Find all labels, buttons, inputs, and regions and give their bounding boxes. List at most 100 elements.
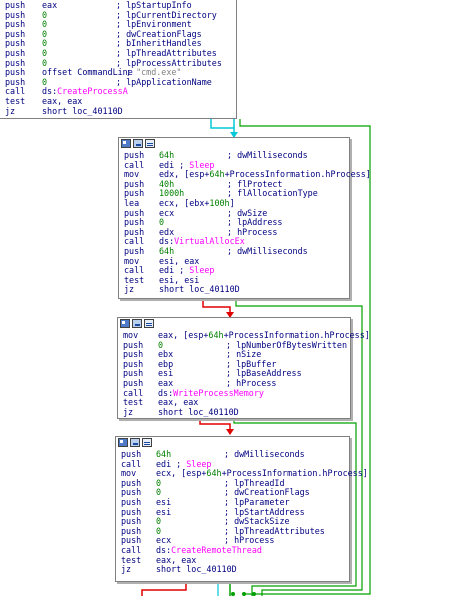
function-name[interactable]: Sleep	[189, 160, 214, 170]
operand-text: 64h	[159, 246, 175, 256]
code-line[interactable]: push edx ; hProcess	[119, 227, 349, 237]
code-line[interactable]: call ds:CreateRemoteThread	[116, 545, 349, 555]
code-line[interactable]: test esi, esi	[119, 275, 349, 285]
comment: ; lpThreadAttributes	[116, 48, 217, 58]
code-line[interactable]: push 0 ; dwCreationFlags	[116, 487, 349, 497]
code-line[interactable]: jz short loc_40110D	[116, 564, 349, 574]
code-line[interactable]: push ecx ; hProcess	[116, 535, 349, 545]
graph-color-icon[interactable]	[121, 139, 131, 148]
comment: ; lpApplicationName	[116, 77, 212, 87]
alloc-code-block[interactable]: push 64h; dwMilliseconds call edi ; Sleep mo…	[118, 137, 371, 299]
code-line[interactable]: push 0 ; dwStackSize	[116, 516, 349, 526]
operand-text: edi ;	[159, 265, 190, 276]
write-code-block[interactable]: mov eax, [esp+64h+ProcessInformation.hPro…	[117, 317, 370, 419]
code-line[interactable]: push eax ; lpStartupInfo	[0, 0, 236, 10]
code-line[interactable]: push 40h ; flProtect	[119, 179, 349, 189]
code-line[interactable]: push 0 ; lpThreadAttributes	[0, 48, 236, 58]
function-name[interactable]: Sleep	[189, 265, 214, 275]
code-line[interactable]: call ds:WriteProcessMemory	[118, 388, 350, 398]
operand-text: 40h	[159, 178, 175, 189]
operand: 64h	[159, 150, 174, 160]
code-line[interactable]: push ebx ; nSize	[118, 349, 350, 359]
code-line[interactable]: mov ecx, [esp+64h+ProcessInformation.hPro…	[116, 468, 368, 478]
code-line[interactable]: push 0 ; bInheritHandles	[0, 38, 236, 48]
graph-list-icon[interactable]	[145, 139, 155, 148]
code-line[interactable]: test eax, eax	[0, 96, 236, 106]
function-name[interactable]: CreateRemoteThread	[171, 545, 262, 555]
code-line[interactable]: mov eax, [esp+64h+ProcessInformation.hPro…	[118, 330, 370, 340]
graph-list-icon[interactable]	[144, 319, 154, 328]
graph-color-icon[interactable]	[120, 319, 130, 328]
code-line[interactable]: call ds:VirtualAllocEx	[119, 236, 349, 246]
code-line[interactable]: push 0 ; lpNumberOfBytesWritten	[118, 340, 350, 350]
code-line[interactable]: test eax, eax	[118, 397, 350, 407]
mnemonic: push	[121, 525, 142, 536]
code-line[interactable]: push 0 ; dwCreationFlags	[0, 29, 236, 39]
operand-text: eax	[42, 0, 58, 10]
code-line[interactable]: push 0 ; lpApplicationName	[0, 77, 236, 87]
code-line[interactable]: push esi ; lpParameter	[116, 497, 349, 507]
operand: esi, eax	[159, 256, 199, 266]
comment-text: ; dwCreationFlags	[116, 28, 202, 39]
code-line[interactable]: push 0 ; lpCurrentDirectory	[0, 10, 236, 20]
comment-text: ; hProcess	[226, 378, 277, 388]
operand: ds:VirtualAllocEx	[159, 236, 245, 246]
operand-text: edi ;	[159, 159, 190, 170]
code-line[interactable]: lea ecx, [ebx+100h]	[119, 198, 349, 208]
mnemonic: push	[121, 535, 142, 546]
comment: ; lpAddress	[227, 217, 282, 227]
function-name[interactable]: CreateProcessA	[57, 86, 128, 96]
operand-text: ds:	[158, 387, 174, 398]
function-name[interactable]: WriteProcessMemory	[173, 388, 264, 398]
operand: ds:WriteProcessMemory	[158, 388, 264, 398]
code-line[interactable]: mov edx, [esp+64h+ProcessInformation.hPro…	[119, 169, 371, 179]
code-line[interactable]: jz short loc_40110D	[119, 284, 349, 294]
comment-text: ; lpApplicationName	[116, 76, 212, 87]
edge-top-to-alloc	[210, 119, 235, 137]
code-line[interactable]: jz short loc_40110D	[0, 106, 236, 116]
code-line[interactable]: push 64h ; dwMilliseconds	[119, 150, 349, 160]
code-line[interactable]: call edi ; Sleep	[119, 265, 349, 275]
operand: ebp	[158, 359, 173, 369]
code-line[interactable]: push eax ; hProcess	[118, 378, 350, 388]
mnemonic: push	[124, 178, 145, 189]
function-name[interactable]: VirtualAllocEx	[174, 236, 245, 246]
mnemonic: lea	[124, 198, 140, 208]
code-line[interactable]: test eax, eax	[116, 555, 349, 565]
code-line[interactable]: push ecx ; dwSize	[119, 208, 349, 218]
code-line[interactable]: push 0 ; lpAddress	[119, 217, 349, 227]
graph-color-icon[interactable]	[118, 438, 128, 447]
code-line[interactable]: push offset CommandLine; "cmd.exe"	[0, 67, 236, 77]
mnemonic: test	[5, 96, 26, 106]
code-line[interactable]: push ebp ; lpBuffer	[118, 359, 350, 369]
code-line[interactable]: call edi ; Sleep	[119, 160, 349, 170]
comment-text: ; lpBuffer	[226, 358, 277, 369]
code-line[interactable]: push 1000h ; flAllocationType	[119, 188, 349, 198]
code-line[interactable]: push esi ; lpBaseAddress	[118, 368, 350, 378]
operand-text: 1000h	[159, 188, 185, 199]
thread-code-block[interactable]: push 64h; dwMilliseconds call edi ; Sleep mo…	[115, 436, 368, 582]
code-line[interactable]: push esi ; lpStartAddress	[116, 507, 349, 517]
code-line[interactable]: call edi ; Sleep	[116, 459, 349, 469]
operand-text: eax, eax	[42, 96, 83, 106]
edge-thread-false	[141, 580, 187, 596]
graph-list-icon[interactable]	[142, 438, 152, 447]
code-line[interactable]: jz short loc_40110D	[118, 407, 350, 417]
code-line[interactable]: push 0 ; lpThreadId	[116, 478, 349, 488]
top-code-block[interactable]: push eax ; lpStartupInfo push 0 ; lpCurrentDi…	[0, 0, 237, 119]
code-line[interactable]: mov esi, eax	[119, 256, 349, 266]
code-line[interactable]: push 0 ; lpEnvironment	[0, 19, 236, 29]
code-line[interactable]: call ds:CreateProcessA	[0, 86, 236, 96]
function-name[interactable]: Sleep	[186, 459, 211, 469]
operand-text: short loc_40110D	[42, 105, 123, 116]
code-line[interactable]: push 0 ; lpThreadAttributes	[116, 526, 349, 536]
graph-view-icon[interactable]	[130, 438, 140, 447]
graph-view-icon[interactable]	[132, 319, 142, 328]
operand: edi ; Sleep	[159, 160, 214, 170]
comment-text: ; lpCurrentDirectory	[116, 9, 217, 20]
code-line[interactable]: push 0 ; lpProcessAttributes	[0, 58, 236, 68]
code-line[interactable]: push 64h ; dwMilliseconds	[119, 246, 349, 256]
comment-text: ; lpAddress	[227, 217, 283, 228]
graph-view-icon[interactable]	[133, 139, 143, 148]
code-line[interactable]: push 64h ; dwMilliseconds	[116, 449, 349, 459]
